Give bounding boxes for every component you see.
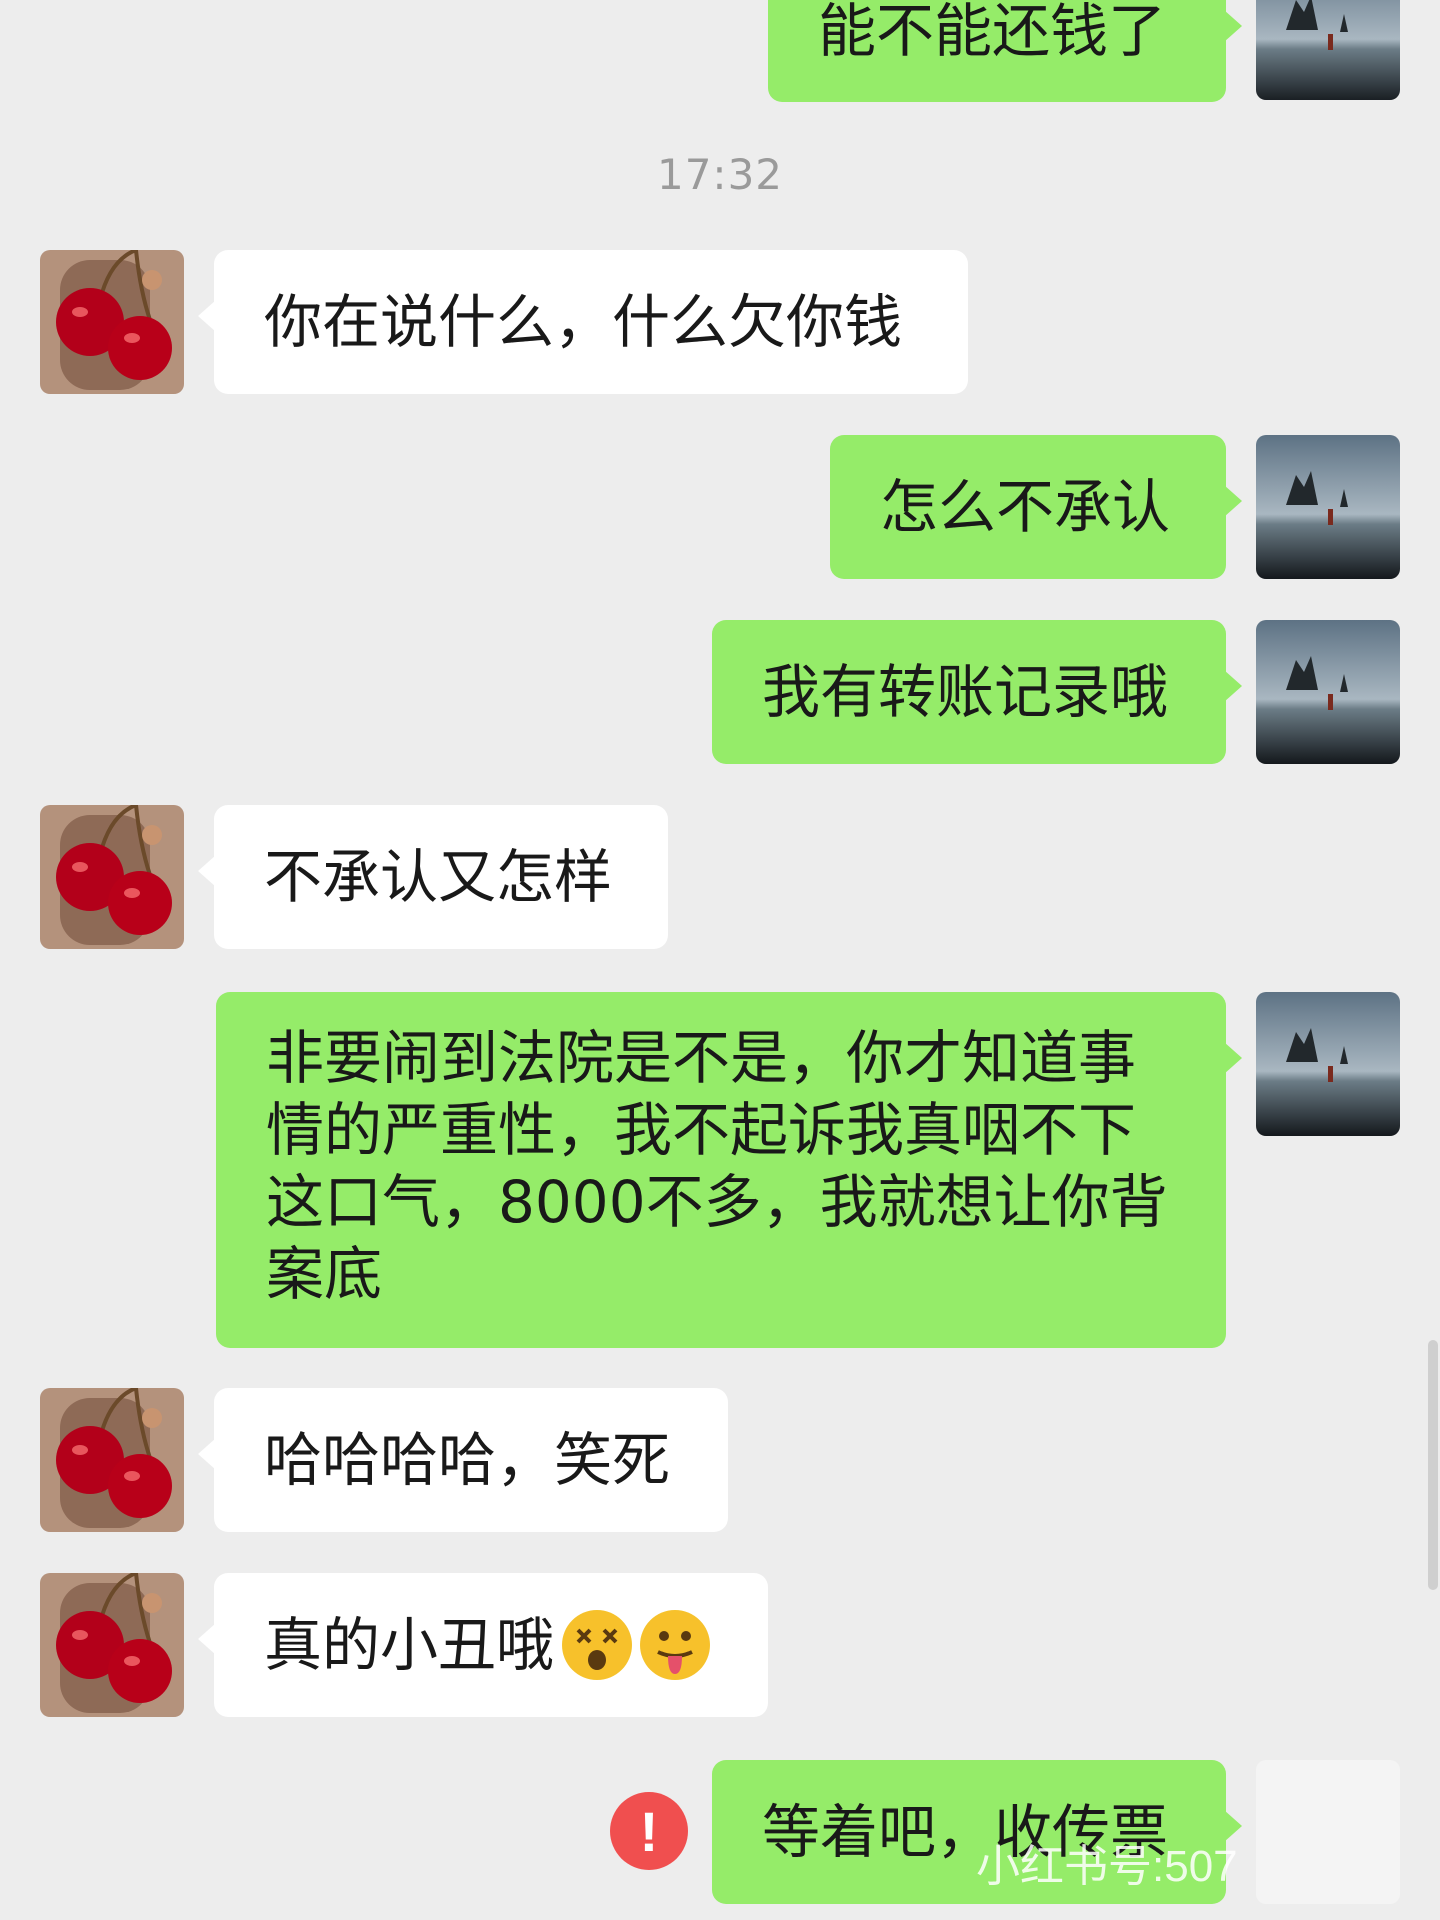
cherry-avatar-icon — [40, 1388, 184, 1532]
message-text-line: 案底 — [266, 1240, 383, 1308]
message-bubble-outgoing[interactable]: 我有转账记录哦 — [712, 620, 1242, 764]
my-avatar[interactable] — [1256, 0, 1400, 100]
chat-window: 能不能还钱了 17:32 你在说什么，什么欠你钱 怎么不承认 我有转账记录哦 不… — [0, 0, 1440, 1920]
cherry-avatar-icon — [40, 250, 184, 394]
beach-landscape-avatar-icon — [1256, 435, 1400, 579]
send-failed-icon[interactable]: ! — [610, 1792, 688, 1870]
dizzy-face-emoji-icon — [562, 1610, 633, 1680]
contact-avatar[interactable] — [40, 1388, 184, 1532]
message-text: 不承认又怎样 — [264, 843, 613, 911]
contact-avatar[interactable] — [40, 805, 184, 949]
scrollbar-thumb[interactable] — [1428, 1340, 1438, 1590]
message-bubble-outgoing[interactable]: 能不能还钱了 — [768, 0, 1242, 102]
message-text: 能不能还钱了 — [818, 0, 1167, 65]
message-bubble-outgoing[interactable]: 怎么不承认 — [830, 435, 1242, 579]
message-text-line: 这口气，8000不多，我就想让你背 — [266, 1168, 1168, 1236]
message-bubble-incoming[interactable]: 你在说什么，什么欠你钱 — [198, 250, 968, 394]
message-bubble-incoming[interactable]: 哈哈哈哈，笑死 — [198, 1388, 728, 1532]
beach-landscape-avatar-icon — [1256, 0, 1400, 100]
error-mark: ! — [639, 1799, 659, 1863]
beach-landscape-avatar-icon — [1256, 992, 1400, 1136]
contact-avatar[interactable] — [40, 250, 184, 394]
message-text: 哈哈哈哈，笑死 — [264, 1426, 671, 1494]
message-timestamp: 17:32 — [656, 150, 784, 199]
my-avatar[interactable] — [1256, 620, 1400, 764]
message-text-line: 非要闹到法院是不是，你才知道事 — [266, 1024, 1137, 1092]
my-avatar[interactable] — [1256, 435, 1400, 579]
beach-landscape-avatar-icon — [1256, 620, 1400, 764]
cherry-avatar-icon — [40, 805, 184, 949]
message-bubble-incoming[interactable]: 真的小丑哦 — [198, 1573, 768, 1717]
message-text: 怎么不承认 — [880, 473, 1171, 541]
my-avatar[interactable] — [1256, 1760, 1400, 1904]
message-text: 我有转账记录哦 — [762, 658, 1169, 726]
message-bubble-outgoing[interactable]: 非要闹到法院是不是，你才知道事 情的严重性，我不起诉我真咽不下 这口气，8000… — [216, 992, 1242, 1348]
cherry-avatar-icon — [40, 1573, 184, 1717]
message-text-line: 情的严重性，我不起诉我真咽不下 — [266, 1096, 1137, 1164]
watermark-text: 小红书号:507 — [976, 1842, 1238, 1891]
message-text: 真的小丑哦 — [264, 1611, 555, 1679]
message-text-block: 非要闹到法院是不是，你才知道事 情的严重性，我不起诉我真咽不下 这口气，8000… — [266, 1022, 1168, 1310]
my-avatar[interactable] — [1256, 992, 1400, 1136]
message-bubble-incoming[interactable]: 不承认又怎样 — [198, 805, 668, 949]
message-text: 你在说什么，什么欠你钱 — [264, 288, 903, 356]
tongue-out-emoji-icon — [640, 1610, 711, 1680]
contact-avatar[interactable] — [40, 1573, 184, 1717]
